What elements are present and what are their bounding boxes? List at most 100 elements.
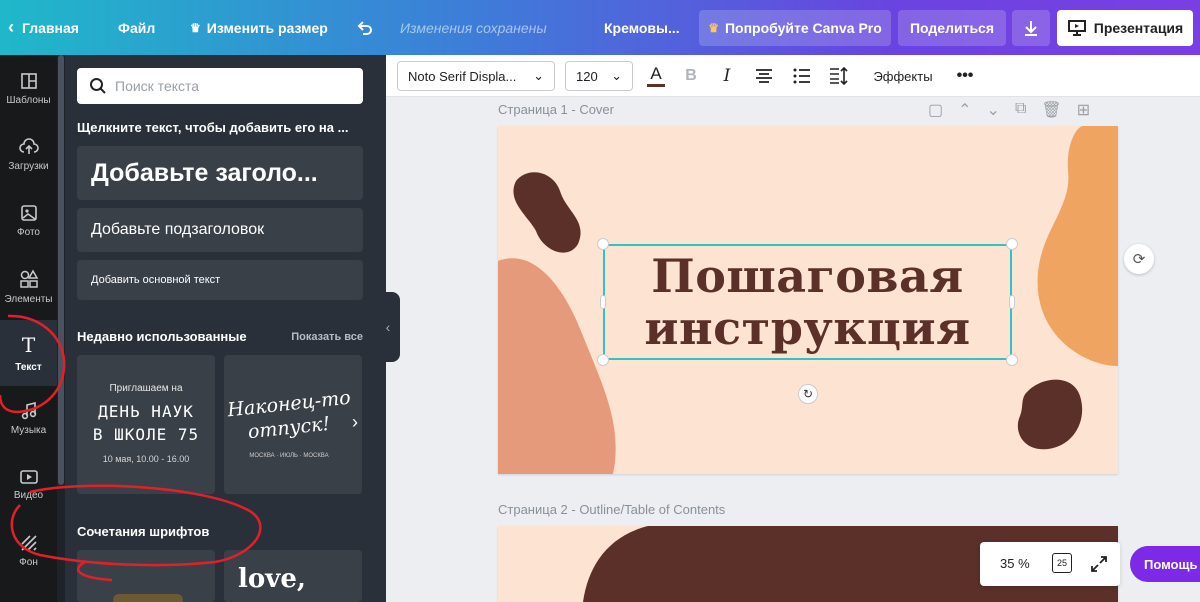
font-family-value: Noto Serif Displa... <box>408 68 517 84</box>
download-icon <box>1025 21 1037 36</box>
combo-preview-shape <box>113 594 183 602</box>
collapse-panel-button[interactable]: ‹ <box>376 292 400 362</box>
trash-icon[interactable]: 🗑 <box>1041 100 1061 120</box>
rail-item-video[interactable]: Видео <box>0 452 57 518</box>
text-color-button[interactable]: A <box>644 61 668 91</box>
zoom-bar: 35 % 25 <box>980 542 1120 586</box>
chevron-left-icon: ‹ <box>8 17 14 37</box>
text-color-icon: A <box>650 64 662 83</box>
add-page-icon[interactable]: ⊞ <box>1077 100 1090 120</box>
panel-scrollbar[interactable] <box>57 55 65 602</box>
chevron-down-icon: ⌄ <box>611 68 622 83</box>
font-combo-1[interactable] <box>77 550 215 602</box>
try-pro-label: Попробуйте Canva Pro <box>724 20 882 36</box>
add-body-text-button[interactable]: Добавить основной текст <box>77 260 363 300</box>
resize-handle[interactable] <box>1006 354 1018 366</box>
present-button[interactable]: Презентация <box>1057 10 1193 46</box>
share-button[interactable]: Поделиться <box>898 10 1006 46</box>
rail-item-music[interactable]: Музыка <box>0 386 57 452</box>
side-handle[interactable] <box>1009 295 1015 309</box>
panel-hint: Щелкните текст, чтобы добавить его на ..… <box>77 120 349 135</box>
chevron-left-icon: ‹ <box>385 319 391 335</box>
try-pro-button[interactable]: ♛ Попробуйте Canva Pro <box>699 10 891 46</box>
rail-item-background[interactable]: Фон <box>0 518 57 584</box>
template-line: 10 мая, 10.00 - 16.00 <box>102 454 190 464</box>
chevron-down-icon: ⌄ <box>533 68 544 83</box>
shapes-icon <box>19 269 38 288</box>
text-icon: T <box>21 333 36 357</box>
template-line: В ШКОЛЕ 75 <box>92 425 200 444</box>
refresh-icon[interactable]: ⟳ <box>1124 244 1154 274</box>
font-size-value: 120 <box>576 68 598 84</box>
rotate-handle-icon[interactable]: ↻ <box>798 384 818 404</box>
rail-label: Фон <box>19 557 38 568</box>
brown-blob-top <box>513 172 581 253</box>
resize-handle[interactable] <box>597 238 609 250</box>
rail-label: Загрузки <box>8 161 49 172</box>
italic-icon: I <box>723 66 731 86</box>
resize-handle[interactable] <box>1006 238 1018 250</box>
search-icon <box>90 78 106 94</box>
resize-label: Изменить размер <box>206 19 328 36</box>
resize-handle[interactable] <box>597 354 609 366</box>
help-button[interactable]: Помощь <box>1130 546 1200 582</box>
chevron-down-icon[interactable]: ⌄ <box>987 100 1000 120</box>
crown-icon: ♛ <box>190 20 201 35</box>
recent-template-2[interactable]: Наконец-то отпуск! МОСКВА · ИЮЛЬ · МОСКВ… <box>224 355 362 494</box>
font-combo-2[interactable]: love, <box>224 550 362 602</box>
duplicate-icon[interactable]: ⧉ <box>1015 100 1026 120</box>
top-bar: ‹ Главная Файл ♛ Изменить размер Изменен… <box>0 0 1200 55</box>
search-placeholder: Поиск текста <box>115 78 200 94</box>
rail-item-elements[interactable]: Элементы <box>0 254 57 320</box>
font-size-select[interactable]: 120 ⌄ <box>565 61 633 91</box>
page-1-label: Страница 1 - Cover <box>498 102 614 117</box>
page-count-badge[interactable]: 25 <box>1052 553 1072 573</box>
zoom-level[interactable]: 35 % <box>1000 556 1030 571</box>
templates-icon <box>20 73 37 89</box>
download-button[interactable] <box>1012 10 1050 46</box>
search-input[interactable]: Поиск текста <box>77 68 363 104</box>
rail-item-photos[interactable]: Фото <box>0 188 57 254</box>
salmon-blob <box>498 258 616 474</box>
editor-toolbar: Noto Serif Displa... ⌄ 120 ⌄ A B I Эффек… <box>386 55 1200 97</box>
document-title[interactable]: Кремовы... <box>604 0 680 55</box>
page-tools: ▢ ⌃ ⌄ ⧉ 🗑 ⊞ <box>928 100 1090 120</box>
home-link[interactable]: ‹ Главная <box>8 0 79 55</box>
effects-button[interactable]: Эффекты <box>870 61 936 91</box>
rail-label: Шаблоны <box>6 95 51 106</box>
align-button[interactable] <box>752 61 776 91</box>
rail-item-uploads[interactable]: Загрузки <box>0 122 57 188</box>
text-color-swatch <box>647 84 665 87</box>
bullet-list-icon <box>793 68 810 84</box>
side-handle[interactable] <box>600 295 606 309</box>
fullscreen-icon[interactable] <box>1090 555 1108 573</box>
show-all-link[interactable]: Показать все <box>291 331 363 343</box>
selection-box <box>603 244 1012 360</box>
rail-label: Видео <box>13 490 44 501</box>
list-button[interactable] <box>790 61 814 91</box>
more-options-button[interactable]: ••• <box>952 61 978 91</box>
rail-label: Музыка <box>10 425 47 436</box>
undo-button[interactable] <box>356 0 374 55</box>
spacing-button[interactable] <box>827 61 851 91</box>
font-family-select[interactable]: Noto Serif Displa... ⌄ <box>397 61 555 91</box>
save-status: Изменения сохранены <box>400 19 547 36</box>
carousel-next-icon[interactable]: › <box>352 412 358 433</box>
resize-button[interactable]: ♛ Изменить размер <box>190 0 328 55</box>
page-2-label: Страница 2 - Outline/Table of Contents <box>498 502 726 517</box>
page-count: 25 <box>1056 558 1067 568</box>
add-heading-button[interactable]: Добавьте заголо... <box>77 146 363 200</box>
rail-item-templates[interactable]: Шаблоны <box>0 56 57 122</box>
add-subheading-button[interactable]: Добавьте подзаголовок <box>77 208 363 252</box>
italic-button[interactable]: I <box>716 61 738 91</box>
scrollbar-thumb[interactable] <box>58 55 64 485</box>
recent-template-1[interactable]: Приглашаем на ДЕНЬ НАУК В ШКОЛЕ 75 10 ма… <box>77 355 215 494</box>
note-icon[interactable]: ▢ <box>928 100 943 120</box>
file-menu[interactable]: Файл <box>118 0 155 55</box>
rail-item-text[interactable]: T Текст <box>0 320 57 386</box>
rail-label: Элементы <box>4 294 53 305</box>
template-line: Приглашаем на <box>109 383 183 394</box>
photo-icon <box>20 205 37 221</box>
bold-button[interactable]: B <box>680 61 702 91</box>
chevron-up-icon[interactable]: ⌃ <box>958 100 971 120</box>
